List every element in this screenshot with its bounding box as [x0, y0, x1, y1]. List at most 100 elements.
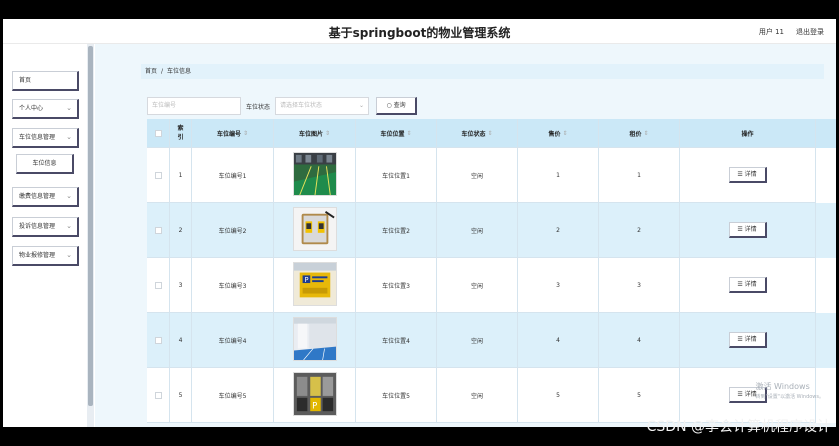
row-location: 车位位置3	[356, 258, 437, 313]
sidebar-item-label: 缴费信息管理	[19, 193, 56, 200]
detail-button[interactable]: ☰ 详情	[728, 222, 767, 238]
app-title: 基于springboot的物业管理系统	[328, 26, 511, 40]
detail-button[interactable]: ☰ 详情	[728, 167, 767, 183]
breadcrumb: 首页 / 车位信息	[141, 64, 824, 79]
row-status: 空闲	[437, 203, 518, 258]
select-all-checkbox[interactable]	[154, 129, 162, 137]
sidebar-item-payment-management[interactable]: 缴费信息管理 ⌄	[12, 187, 79, 207]
row-price: 5	[518, 368, 599, 423]
parking-number-input[interactable]: 车位编号	[147, 97, 241, 115]
row-rent: 4	[599, 313, 680, 368]
row-image-cell	[274, 313, 356, 368]
chevron-down-icon: ⌄	[358, 102, 365, 109]
row-checkbox[interactable]	[154, 391, 162, 399]
detail-button[interactable]: ☰ 详情	[728, 277, 767, 293]
parking-image[interactable]: P	[292, 372, 337, 418]
column-header-action: 操作	[680, 119, 816, 148]
row-image-cell	[274, 148, 356, 203]
row-select-cell	[147, 258, 170, 313]
row-select-cell	[147, 203, 170, 258]
row-number: 车位编号3	[192, 258, 274, 313]
row-status: 空闲	[437, 148, 518, 203]
header-user-area: 用户 11 退出登录	[759, 27, 824, 37]
row-rent: 5	[599, 368, 680, 423]
row-checkbox[interactable]	[154, 281, 162, 289]
search-button[interactable]: ○ 查询	[376, 97, 418, 115]
row-select-cell	[147, 148, 170, 203]
sidebar-item-home[interactable]: 首页	[12, 71, 79, 91]
status-filter-label: 车位状态	[246, 103, 271, 111]
row-select-cell	[147, 313, 170, 368]
column-header-price[interactable]: 售价 ⇕	[518, 119, 599, 148]
row-checkbox[interactable]	[154, 226, 162, 234]
parking-image[interactable]	[292, 207, 337, 253]
column-header-image[interactable]: 车位图片 ⇕	[274, 119, 356, 148]
csdn-watermark: CSDN @李会计算机程序设计	[646, 419, 831, 435]
sidebar-item-parking-info[interactable]: 车位信息	[16, 154, 74, 174]
sidebar-item-parking-management[interactable]: 车位信息管理 ⌄	[12, 128, 79, 148]
column-header-index: 索引	[170, 119, 192, 148]
parking-image[interactable]	[292, 152, 337, 198]
column-header-number[interactable]: 车位编号 ⇕	[192, 119, 274, 148]
sort-icon[interactable]: ⇕	[243, 130, 248, 137]
column-header-label: 售价	[548, 130, 561, 138]
row-action-cell: ☰ 详情	[680, 203, 816, 258]
status-select[interactable]: 请选择车位状态 ⌄	[275, 97, 370, 115]
row-index: 5	[170, 368, 192, 423]
logout-link[interactable]: 退出登录	[796, 27, 824, 37]
parking-image[interactable]: P	[292, 262, 337, 308]
row-number: 车位编号2	[192, 203, 274, 258]
sidebar-item-repair-management[interactable]: 物业报修管理 ⌄	[12, 246, 79, 266]
parking-table: 索引 车位编号 ⇕ 车位图片 ⇕ 车位位置 ⇕ 车位状态 ⇕ 售价 ⇕ 租价 ⇕ 操作 1车…	[147, 119, 836, 423]
table-row: 3 车位编号3 P 车位位置3 空闲 3 3 ☰ 详情	[147, 258, 836, 313]
row-number: 车位编号1	[192, 148, 274, 203]
windows-activation-watermark: 激活 Windows 转到"设置"以激活 Windows。	[755, 382, 824, 402]
chevron-down-icon: ⌄	[66, 192, 72, 200]
row-price: 1	[518, 148, 599, 203]
row-index: 2	[170, 203, 192, 258]
row-index: 3	[170, 258, 192, 313]
row-rent: 1	[599, 148, 680, 203]
sidebar-item-label: 投诉信息管理	[19, 223, 56, 230]
row-number: 车位编号5	[192, 368, 274, 423]
table-row: 2 车位编号2 车位位置2 空闲 2 2 ☰ 详情	[147, 203, 836, 258]
column-header-label: 车位状态	[461, 130, 486, 138]
sidebar-item-profile[interactable]: 个人中心 ⌄	[12, 99, 79, 119]
sort-icon[interactable]: ⇕	[487, 130, 492, 137]
column-header-rent[interactable]: 租价 ⇕	[599, 119, 680, 148]
row-rent: 3	[599, 258, 680, 313]
svg-text:P: P	[312, 401, 317, 411]
sidebar-item-label: 首页	[19, 77, 32, 84]
row-location: 车位位置2	[356, 203, 437, 258]
user-name[interactable]: 用户 11	[759, 27, 784, 37]
row-price: 4	[518, 313, 599, 368]
sort-icon[interactable]: ⇕	[406, 130, 411, 137]
row-index: 1	[170, 148, 192, 203]
chevron-down-icon: ⌄	[66, 104, 72, 112]
sidebar-item-label: 车位信息	[32, 160, 57, 167]
parking-image[interactable]	[292, 317, 337, 363]
sort-icon[interactable]: ⇕	[325, 130, 330, 137]
breadcrumb-home[interactable]: 首页	[145, 68, 157, 75]
row-checkbox[interactable]	[154, 336, 162, 344]
sort-icon[interactable]: ⇕	[562, 130, 567, 137]
status-select-placeholder: 请选择车位状态	[280, 102, 323, 109]
row-checkbox[interactable]	[154, 171, 162, 179]
column-header-location[interactable]: 车位位置 ⇕	[356, 119, 437, 148]
column-header-status[interactable]: 车位状态 ⇕	[437, 119, 518, 148]
chevron-down-icon: ⌄	[66, 251, 72, 259]
row-status: 空闲	[437, 313, 518, 368]
row-action-cell: ☰ 详情	[680, 148, 816, 203]
sidebar-scrollbar-thumb[interactable]	[88, 46, 93, 406]
row-status: 空闲	[437, 368, 518, 423]
row-image-cell	[274, 203, 356, 258]
table-row: 5 车位编号5 P 车位位置5 空闲 5 5 ☰ 详情	[147, 368, 836, 423]
row-location: 车位位置5	[356, 368, 437, 423]
watermark-line2: 转到"设置"以激活 Windows。	[755, 394, 824, 400]
detail-button[interactable]: ☰ 详情	[728, 332, 767, 348]
row-image-cell: P	[274, 368, 356, 423]
watermark-line1: 激活 Windows	[755, 382, 810, 391]
chevron-down-icon: ⌄	[66, 222, 72, 230]
sort-icon[interactable]: ⇕	[643, 130, 648, 137]
sidebar-item-complaint-management[interactable]: 投诉信息管理 ⌄	[12, 217, 79, 237]
